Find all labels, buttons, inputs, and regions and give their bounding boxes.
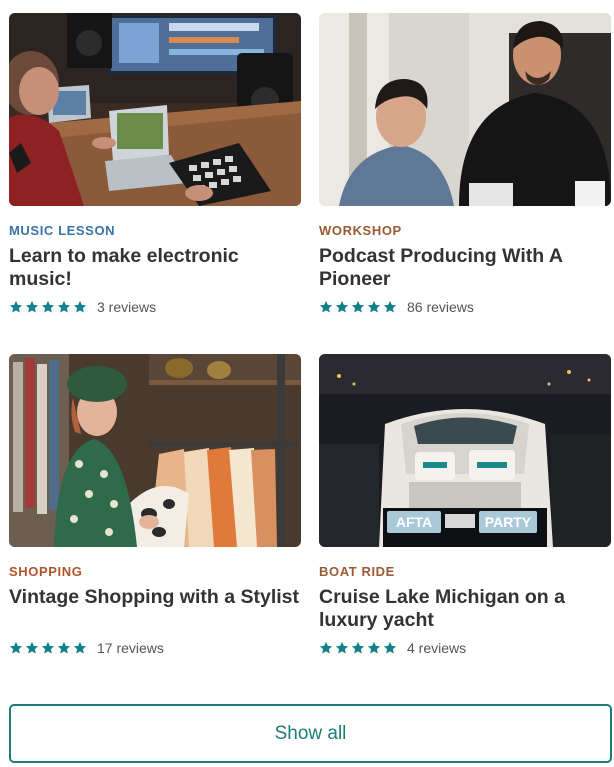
star-icon: [41, 300, 55, 313]
star-icon: [335, 300, 349, 313]
experience-card[interactable]: MUSIC LESSON Learn to make electronic mu…: [9, 13, 301, 315]
star-icon: [9, 300, 23, 313]
card-category: MUSIC LESSON: [9, 223, 116, 238]
card-rating: 86 reviews: [319, 299, 611, 315]
star-icon: [57, 300, 71, 313]
yacht-photo[interactable]: AFTA PARTY: [319, 354, 611, 547]
star-icon: [73, 641, 87, 654]
card-rating: 4 reviews: [319, 640, 611, 656]
experience-card[interactable]: WORKSHOP Podcast Producing With A Pionee…: [319, 13, 611, 315]
review-count: 4 reviews: [407, 640, 467, 656]
star-icon: [25, 641, 39, 654]
card-rating: 3 reviews: [9, 299, 301, 315]
star-icon: [367, 641, 381, 654]
star-rating: [9, 641, 87, 655]
review-count: 17 reviews: [97, 640, 164, 656]
boat-sign-text: PARTY: [485, 514, 532, 530]
card-title[interactable]: Learn to make electronic music!: [9, 245, 301, 291]
star-icon: [383, 300, 397, 313]
boat-sign-text: AFTA: [396, 514, 432, 530]
star-icon: [383, 641, 397, 654]
vintage-clothing-photo[interactable]: [9, 354, 301, 547]
review-count: 3 reviews: [97, 299, 157, 315]
star-icon: [367, 300, 381, 313]
card-title[interactable]: Podcast Producing With A Pioneer: [319, 245, 611, 291]
card-title[interactable]: Vintage Shopping with a Stylist: [9, 586, 301, 632]
podcast-workshop-photo[interactable]: [319, 13, 611, 206]
star-icon: [319, 641, 333, 654]
star-icon: [335, 641, 349, 654]
star-icon: [319, 300, 333, 313]
star-icon: [57, 641, 71, 654]
show-all-button[interactable]: Show all: [9, 704, 612, 763]
star-icon: [25, 300, 39, 313]
card-category: BOAT RIDE: [319, 564, 395, 579]
experience-card[interactable]: AFTA PARTY BOAT RIDE Cruise Lake Michiga…: [319, 354, 611, 656]
card-title[interactable]: Cruise Lake Michigan on a luxury yacht: [319, 586, 611, 632]
card-category: SHOPPING: [9, 564, 83, 579]
star-rating: [319, 300, 397, 314]
experience-card[interactable]: SHOPPING Vintage Shopping with a Stylist…: [9, 354, 301, 656]
music-studio-photo[interactable]: [9, 13, 301, 206]
star-rating: [9, 300, 87, 314]
star-rating: [319, 641, 397, 655]
star-icon: [351, 641, 365, 654]
review-count: 86 reviews: [407, 299, 474, 315]
card-category: WORKSHOP: [319, 223, 402, 238]
star-icon: [73, 300, 87, 313]
card-rating: 17 reviews: [9, 640, 301, 656]
star-icon: [351, 300, 365, 313]
star-icon: [9, 641, 23, 654]
star-icon: [41, 641, 55, 654]
